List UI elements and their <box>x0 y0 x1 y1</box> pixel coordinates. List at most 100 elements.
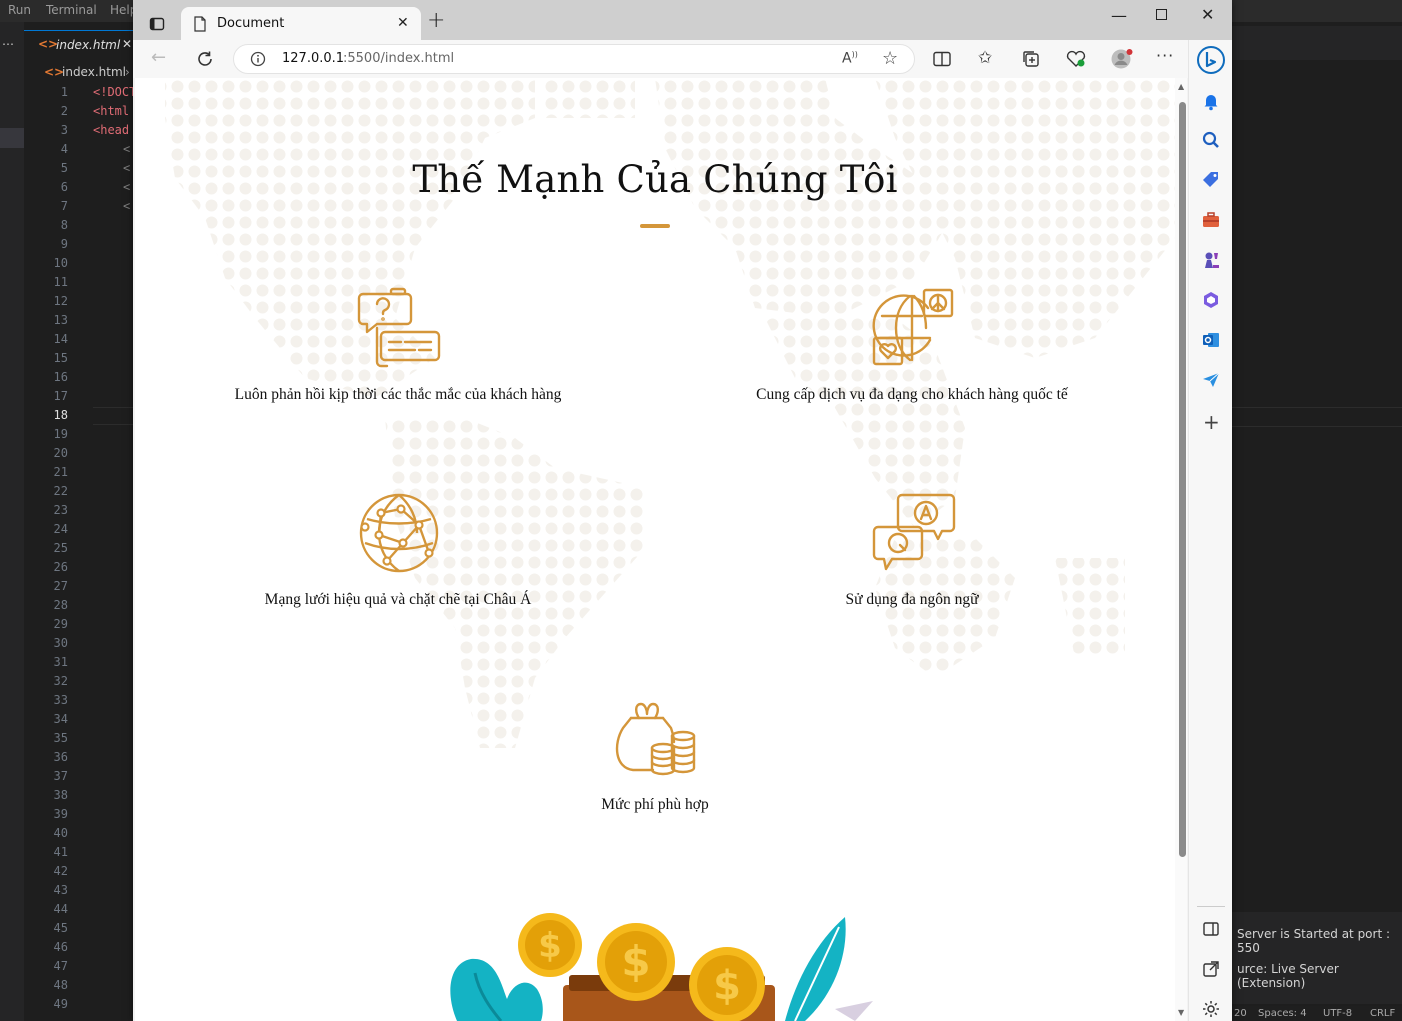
url-host: 127.0.0.1 <box>282 51 345 66</box>
outlook-icon[interactable] <box>1201 330 1221 350</box>
line-number: 8 <box>60 218 68 232</box>
menu-terminal[interactable]: Terminal <box>46 3 97 17</box>
code-line-2[interactable]: <html <box>93 104 129 118</box>
line-number: 6 <box>60 180 68 194</box>
line-number: 38 <box>53 788 68 802</box>
line-number: 2 <box>60 104 68 118</box>
menu-run[interactable]: Run <box>8 3 31 17</box>
new-tab-icon[interactable]: + <box>427 8 445 33</box>
vscode-right-tabbar <box>1232 26 1402 60</box>
copilot-icon[interactable] <box>1196 45 1226 75</box>
line-number: 9 <box>60 237 68 251</box>
current-line-highlight <box>93 407 133 425</box>
browser-titlebar: Document ✕ + — ✕ <box>133 0 1232 40</box>
activity-bar: ⋯ <box>0 22 24 1021</box>
line-number: 44 <box>53 902 68 916</box>
scroll-thumb[interactable] <box>1179 102 1186 857</box>
line-number: 10 <box>53 256 68 270</box>
back-icon[interactable]: ← <box>151 49 166 67</box>
line-number: 46 <box>53 940 68 954</box>
browser-essentials-icon[interactable] <box>1066 50 1086 68</box>
svg-text:$: $ <box>621 937 650 986</box>
settings-gear-icon[interactable] <box>1201 999 1221 1019</box>
code-line-6[interactable]: < <box>123 180 130 194</box>
status-ln[interactable]: 20 <box>1234 1008 1247 1019</box>
profile-avatar-icon[interactable] <box>1110 48 1134 70</box>
line-number: 12 <box>53 294 68 308</box>
line-number: 49 <box>53 997 68 1011</box>
code-line-7[interactable]: < <box>123 199 130 213</box>
line-number: 24 <box>53 522 68 536</box>
address-bar[interactable]: 127.0.0.1 :5500/index.html A)) ☆ <box>233 44 915 74</box>
scroll-down-icon[interactable]: ▼ <box>1178 1008 1184 1017</box>
close-tab-icon[interactable]: ✕ <box>122 37 132 51</box>
line-number: 37 <box>53 769 68 783</box>
code-line-1[interactable]: <!DOCT <box>93 85 136 99</box>
status-eol[interactable]: CRLF <box>1370 1008 1395 1019</box>
hide-sidebar-icon[interactable] <box>1201 919 1221 939</box>
scroll-up-icon[interactable]: ▲ <box>1178 82 1184 91</box>
feature-label-5: Mức phí phù hợp <box>601 796 709 813</box>
breadcrumb-file[interactable]: index.html <box>62 65 126 79</box>
status-spaces[interactable]: Spaces: 4 <box>1258 1008 1307 1019</box>
network-globe-icon <box>359 493 439 573</box>
read-aloud-icon[interactable]: A)) <box>842 50 858 67</box>
code-line-5[interactable]: < <box>123 161 130 175</box>
tools-briefcase-icon[interactable] <box>1201 210 1221 230</box>
favorite-star-icon[interactable]: ☆ <box>882 48 898 69</box>
editor-tab-index-html[interactable]: <> index.html ✕ <box>24 30 142 60</box>
line-number: 32 <box>53 674 68 688</box>
status-encoding[interactable]: UTF-8 <box>1323 1008 1352 1019</box>
line-number: 25 <box>53 541 68 555</box>
url-path: :5500/index.html <box>343 51 455 66</box>
line-number: 3 <box>60 123 68 137</box>
feature-label-2: Cung cấp dịch vụ đa dạng cho khách hàng … <box>756 386 1068 403</box>
line-number: 39 <box>53 807 68 821</box>
shopping-tag-icon[interactable] <box>1201 170 1221 190</box>
live-server-notification: Server is Started at port : 550 urce: Li… <box>1232 912 1402 1004</box>
search-icon[interactable] <box>1201 130 1221 150</box>
editor-tab-label: index.html <box>56 38 121 52</box>
minimize-icon[interactable]: — <box>1111 6 1127 25</box>
line-number: 19 <box>53 427 68 441</box>
line-number: 11 <box>53 275 68 289</box>
maximize-icon[interactable] <box>1156 9 1167 20</box>
globe-heart-peace-icon <box>872 288 954 366</box>
feature-label-1: Luôn phản hồi kịp thời các thắc mắc của … <box>234 386 562 403</box>
more-menu-icon[interactable]: ··· <box>1156 46 1174 65</box>
line-number: 31 <box>53 655 68 669</box>
line-number: 26 <box>53 560 68 574</box>
line-number: 41 <box>53 845 68 859</box>
refresh-icon[interactable] <box>196 50 214 68</box>
more-icon[interactable]: ⋯ <box>2 37 14 51</box>
split-screen-icon[interactable] <box>933 51 951 67</box>
svg-text:$: $ <box>538 926 562 966</box>
info-icon[interactable] <box>250 51 266 67</box>
browser-tab[interactable]: Document ✕ <box>181 7 421 40</box>
line-number: 40 <box>53 826 68 840</box>
page-scrollbar[interactable]: ▲ ▼ <box>1175 78 1187 1021</box>
tab-actions-icon[interactable] <box>149 16 165 32</box>
line-number: 5 <box>60 161 68 175</box>
line-number: 22 <box>53 484 68 498</box>
feature-label-3: Mạng lưới hiệu quả và chặt chẽ tại Châu … <box>264 591 532 608</box>
edge-sidebar: + <box>1188 40 1232 1021</box>
line-number: 7 <box>60 199 68 213</box>
open-external-icon[interactable] <box>1201 959 1221 979</box>
svg-text:$: $ <box>713 963 741 1009</box>
current-line-highlight-right <box>1232 407 1402 427</box>
add-icon[interactable]: + <box>1203 410 1220 434</box>
collections-icon[interactable] <box>1022 50 1040 68</box>
notification-bell-icon[interactable] <box>1201 91 1221 111</box>
drop-send-icon[interactable] <box>1201 370 1221 390</box>
microsoft-365-icon[interactable] <box>1201 290 1221 310</box>
code-line-4[interactable]: < <box>123 142 130 156</box>
code-line-3[interactable]: <head <box>93 123 129 137</box>
favorites-icon[interactable]: ✩ <box>978 48 992 68</box>
games-chess-icon[interactable] <box>1201 250 1221 270</box>
close-tab-icon[interactable]: ✕ <box>397 15 409 31</box>
line-number: 34 <box>53 712 68 726</box>
document-icon <box>194 16 206 32</box>
close-window-icon[interactable]: ✕ <box>1201 5 1214 24</box>
line-number: 27 <box>53 579 68 593</box>
